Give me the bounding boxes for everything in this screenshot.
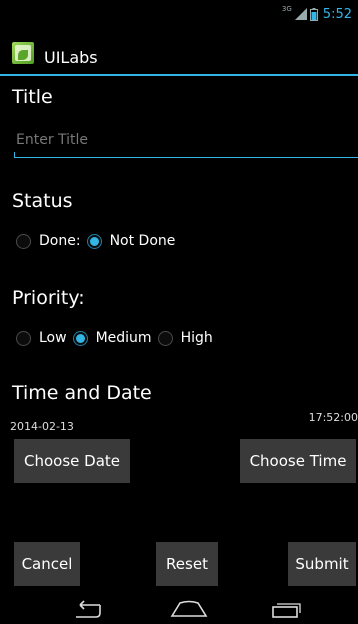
priority-low-radio[interactable] [16, 330, 31, 346]
priority-radio-group: Low Medium High [16, 330, 219, 346]
priority-high-radio[interactable] [157, 330, 173, 346]
home-icon[interactable] [170, 600, 208, 620]
recents-icon[interactable] [270, 600, 302, 620]
status-bar: 3G 5:52 [0, 0, 358, 28]
time-date-label: Time and Date [12, 382, 152, 404]
title-input-container [14, 126, 358, 158]
status-icons: 3G 5:52 [281, 5, 352, 22]
submit-button[interactable]: Submit [288, 542, 356, 586]
time-value: 17:52:00 [308, 411, 358, 424]
status-done-label: Done: [39, 233, 81, 249]
reset-button[interactable]: Reset [156, 542, 218, 586]
priority-high-label: High [180, 330, 213, 346]
priority-medium-radio[interactable] [72, 330, 88, 346]
app-title: UILabs [44, 48, 98, 67]
status-label: Status [12, 190, 73, 212]
battery-icon [309, 7, 318, 21]
priority-medium-label: Medium [95, 330, 152, 346]
title-input[interactable] [14, 126, 358, 154]
status-done-radio[interactable] [16, 233, 31, 249]
status-not-done-radio[interactable] [86, 233, 102, 249]
title-label: Title [12, 86, 53, 108]
signal-icon [294, 8, 307, 20]
network-type: 3G [281, 5, 292, 13]
choose-date-button[interactable]: Choose Date [14, 439, 130, 483]
app-logo-icon [12, 42, 34, 64]
priority-low-label: Low [39, 330, 67, 346]
status-clock: 5:52 [322, 6, 352, 22]
navigation-bar [0, 596, 358, 624]
status-not-done-label: Not Done [109, 233, 176, 249]
back-icon[interactable] [70, 600, 106, 620]
priority-label: Priority: [12, 287, 85, 309]
action-bar: UILabs [0, 28, 358, 76]
cancel-button[interactable]: Cancel [14, 542, 80, 586]
choose-time-button[interactable]: Choose Time [240, 439, 356, 483]
status-radio-group: Done: Not Done [16, 233, 181, 249]
date-value: 2014-02-13 [10, 420, 74, 433]
